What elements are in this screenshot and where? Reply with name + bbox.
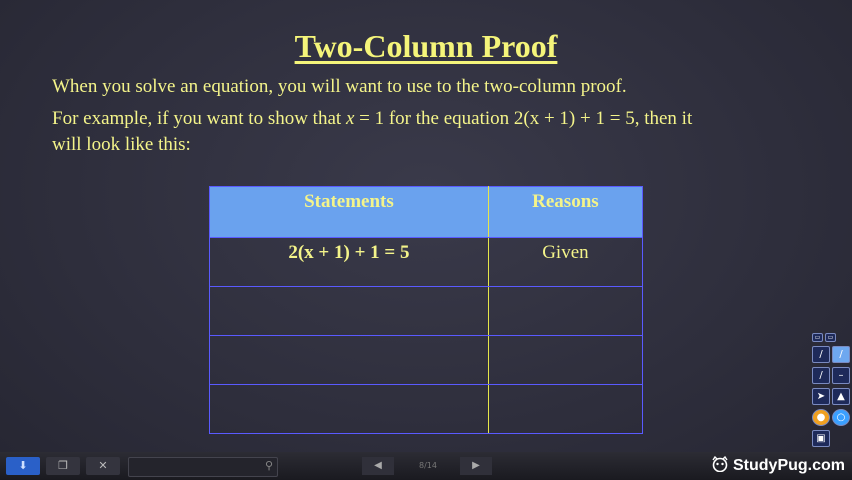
example-suffix: , then it — [634, 108, 693, 129]
page-indicator: 8/14 — [419, 461, 437, 470]
example-line3: will look like this: — [52, 134, 191, 155]
pager: ◀ 8/14 ▶ — [362, 457, 494, 475]
proof-table: Statements Reasons 2(x + 1) + 1 = 5 Give… — [209, 186, 644, 434]
pencil-icon[interactable]: / — [812, 367, 830, 384]
tools-icon[interactable]: ✕ — [86, 457, 120, 475]
brand-name: StudyPug.com — [733, 457, 846, 474]
palette-restore-icon[interactable]: ▭ — [812, 333, 823, 342]
slide-canvas: Two-Column Proof When you solve an equat… — [0, 0, 852, 452]
example-text: For example, if you want to show that x … — [52, 106, 812, 158]
search-input[interactable]: ⚲ — [128, 457, 278, 477]
line-icon[interactable]: – — [832, 367, 850, 384]
statement-cell — [209, 335, 489, 385]
shape-icon[interactable]: ○ — [832, 409, 850, 426]
intro-text: When you solve an equation, you will wan… — [52, 76, 627, 97]
table-header-row: Statements Reasons — [209, 186, 644, 238]
brand-logo: StudyPug.com — [710, 456, 845, 476]
pen-icon[interactable]: / — [812, 346, 830, 363]
reason-cell — [487, 286, 644, 336]
pointer-icon[interactable]: ➤ — [812, 388, 830, 405]
prev-page-button[interactable]: ◀ — [362, 457, 394, 475]
menu-icon[interactable]: ⬇ — [6, 457, 40, 475]
reason-cell — [487, 335, 644, 385]
palette-close-icon[interactable]: ▭ — [825, 333, 836, 342]
example-prefix: For example, if you want to show that — [52, 108, 346, 129]
example-equation: 2(x + 1) + 1 = 5 — [513, 108, 635, 129]
reason-cell — [487, 384, 644, 434]
next-page-button[interactable]: ▶ — [460, 457, 492, 475]
color-picker-icon[interactable]: ● — [812, 409, 830, 426]
statement-cell — [209, 286, 489, 336]
statement-cell: 2(x + 1) + 1 = 5 — [209, 237, 489, 287]
example-value: = 1 — [354, 108, 385, 129]
table-row — [209, 384, 644, 434]
table-row: 2(x + 1) + 1 = 5 Given — [209, 237, 644, 287]
table-row — [209, 335, 644, 385]
pug-logo-icon — [712, 456, 728, 472]
example-mid: for the equation — [384, 108, 514, 129]
search-icon: ⚲ — [264, 459, 273, 472]
screen-icon[interactable]: ▣ — [812, 430, 830, 447]
statement-cell — [209, 384, 489, 434]
table-row — [209, 286, 644, 336]
reason-cell: Given — [487, 237, 644, 287]
header-reasons: Reasons — [487, 186, 644, 238]
tool-palette: ▭ ▭ / / / – ➤ ▲ ● ○ ▣ — [810, 330, 852, 448]
header-statements: Statements — [209, 186, 489, 238]
highlighter-icon[interactable]: / — [832, 346, 850, 363]
eraser-icon[interactable]: ▲ — [832, 388, 850, 405]
pages-icon[interactable]: ❐ — [46, 457, 80, 475]
slide-title: Two-Column Proof — [294, 28, 558, 64]
